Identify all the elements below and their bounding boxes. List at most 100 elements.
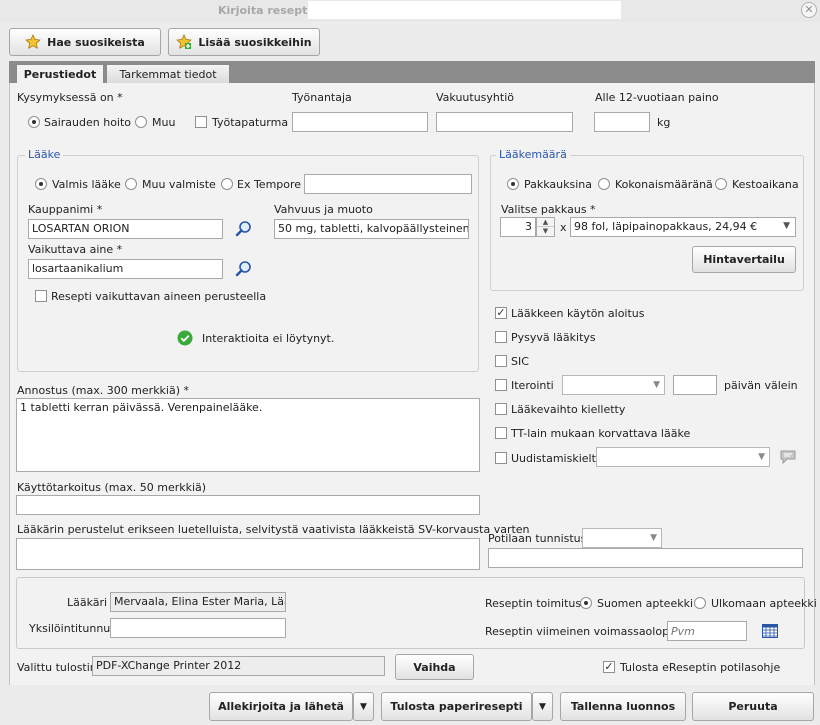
quantity-input[interactable]: 3 bbox=[500, 217, 536, 237]
radio-ex-tempore-label: Ex Tempore bbox=[237, 178, 302, 191]
strength-input[interactable]: 50 mg, tabletti, kalvopäällysteinen bbox=[274, 219, 469, 239]
by-active-ingredient-checkbox[interactable] bbox=[35, 290, 47, 302]
add-favorites-label: Lisää suosikkeihin bbox=[198, 35, 312, 49]
active-ingredient-label: Vaikuttava aine * bbox=[28, 243, 123, 256]
radio-muu-valmiste[interactable] bbox=[125, 178, 137, 190]
start-label: Lääkkeen käytön aloitus bbox=[511, 307, 645, 320]
trade-name-label: Kauppanimi * bbox=[28, 203, 103, 216]
star-icon bbox=[25, 34, 41, 49]
patient-id-input[interactable] bbox=[488, 548, 803, 568]
save-draft-button[interactable]: Tallenna luonnos bbox=[560, 692, 686, 721]
purpose-input[interactable] bbox=[16, 495, 480, 515]
printer-label: Valittu tulostin bbox=[17, 661, 97, 674]
weight-unit: kg bbox=[657, 116, 671, 129]
sign-and-send-button[interactable]: Allekirjoita ja lähetä bbox=[209, 692, 353, 721]
quantity-stepper[interactable]: ▲ ▼ bbox=[536, 217, 555, 237]
validity-label: Reseptin viimeinen voimassaolopäivä bbox=[485, 625, 693, 638]
sic-checkbox[interactable] bbox=[495, 355, 507, 367]
insurer-input[interactable] bbox=[436, 112, 573, 132]
search-trade-name-icon[interactable] bbox=[235, 220, 253, 238]
change-printer-button[interactable]: Vaihda bbox=[395, 654, 474, 680]
tab-perustiedot[interactable]: Perustiedot bbox=[16, 64, 104, 84]
sic-label: SIC bbox=[511, 355, 529, 368]
validity-date-input[interactable] bbox=[667, 621, 747, 641]
pack-select[interactable]: 98 fol, läpipainopakkaus, 24,94 € ▼ bbox=[570, 217, 796, 237]
fetch-favorites-label: Hae suosikeista bbox=[47, 35, 145, 49]
renewal-ban-label: Uudistamiskielto bbox=[511, 452, 603, 465]
tab-tarkemmat-tiedot[interactable]: Tarkemmat tiedot bbox=[106, 64, 230, 84]
patient-id-label: Potilaan tunnistus bbox=[488, 532, 587, 545]
stepper-up-icon[interactable]: ▲ bbox=[537, 218, 554, 227]
price-compare-button[interactable]: Hintavertailu bbox=[692, 246, 796, 273]
comment-icon[interactable] bbox=[779, 449, 797, 465]
iteration-checkbox[interactable] bbox=[495, 379, 507, 391]
add-favorites-button[interactable]: Lisää suosikkeihin bbox=[168, 28, 320, 56]
strength-label: Vahvuus ja muoto bbox=[274, 203, 373, 216]
times-sign: x bbox=[560, 221, 567, 234]
iteration-label: Iterointi bbox=[511, 379, 554, 392]
search-active-ingredient-icon[interactable] bbox=[235, 260, 253, 278]
drug-group-title: Lääke bbox=[25, 148, 64, 161]
radio-valmis-laake[interactable] bbox=[35, 178, 47, 190]
accident-label: Työtapaturma bbox=[212, 116, 289, 129]
weight-label: Alle 12-vuotiaan paino bbox=[595, 91, 719, 104]
radio-sairauden-hoito-label: Sairauden hoito bbox=[44, 116, 132, 129]
patient-id-select[interactable]: ▼ bbox=[582, 528, 662, 548]
iteration-suffix: päivän välein bbox=[724, 379, 798, 392]
permanent-label: Pysyvä lääkitys bbox=[511, 331, 596, 344]
star-add-icon bbox=[176, 34, 193, 49]
pack-label: Valitse pakkaus * bbox=[501, 203, 596, 216]
renewal-ban-select[interactable]: ▼ bbox=[596, 447, 770, 467]
no-substitution-checkbox[interactable] bbox=[495, 403, 507, 415]
print-paper-button[interactable]: Tulosta paperiresepti bbox=[381, 692, 532, 721]
case-label: Kysymyksessä on * bbox=[17, 91, 123, 104]
patient-guide-checkbox[interactable]: ✓ bbox=[603, 661, 615, 673]
radio-kestoaikana[interactable] bbox=[715, 178, 727, 190]
trade-name-input[interactable]: LOSARTAN ORION bbox=[28, 219, 223, 239]
doctor-field: Mervaala, Elina Ester Maria, Lääkäri bbox=[110, 592, 286, 612]
chevron-down-icon: ▼ bbox=[650, 533, 657, 543]
radio-pakkauksina[interactable] bbox=[507, 178, 519, 190]
start-checkbox[interactable]: ✓ bbox=[495, 307, 507, 319]
employer-label: Työnantaja bbox=[292, 91, 352, 104]
purpose-label: Käyttötarkoitus (max. 50 merkkiä) bbox=[17, 481, 207, 494]
cancel-button[interactable]: Peruuta bbox=[692, 692, 814, 721]
active-ingredient-input[interactable]: losartaanikalium bbox=[28, 259, 223, 279]
iteration-select[interactable]: ▼ bbox=[562, 375, 665, 395]
chevron-down-icon: ▼ bbox=[653, 380, 660, 390]
ex-tempore-input[interactable] bbox=[304, 174, 472, 194]
sign-send-dropdown-button[interactable]: ▼ bbox=[353, 692, 374, 721]
close-button[interactable]: ✕ bbox=[801, 2, 817, 18]
tt-law-checkbox[interactable] bbox=[495, 427, 507, 439]
chevron-down-icon: ▼ bbox=[539, 701, 546, 712]
radio-ulkomaan-apteekki-label: Ulkomaan apteekki bbox=[711, 597, 817, 610]
radio-sairauden-hoito[interactable] bbox=[28, 116, 40, 128]
iteration-days-input[interactable] bbox=[673, 375, 717, 395]
radio-suomen-apteekki[interactable] bbox=[580, 597, 592, 609]
fetch-favorites-button[interactable]: Hae suosikeista bbox=[9, 28, 161, 56]
radio-ulkomaan-apteekki[interactable] bbox=[694, 597, 706, 609]
weight-input[interactable] bbox=[594, 112, 650, 132]
radio-suomen-apteekki-label: Suomen apteekki bbox=[597, 597, 694, 610]
radio-muu-valmiste-label: Muu valmiste bbox=[142, 178, 216, 191]
accident-checkbox[interactable] bbox=[195, 116, 207, 128]
print-dropdown-button[interactable]: ▼ bbox=[532, 692, 553, 721]
employer-input[interactable] bbox=[292, 112, 428, 132]
radio-ex-tempore[interactable] bbox=[221, 178, 233, 190]
stepper-down-icon[interactable]: ▼ bbox=[537, 227, 554, 236]
radio-kokonaismaarana[interactable] bbox=[598, 178, 610, 190]
justification-label: Lääkärin perustelut erikseen luetelluist… bbox=[17, 523, 530, 536]
calendar-icon[interactable] bbox=[762, 624, 778, 638]
renewal-ban-checkbox[interactable] bbox=[495, 452, 507, 464]
chevron-down-icon: ▼ bbox=[758, 452, 765, 462]
justification-textarea[interactable] bbox=[16, 538, 480, 570]
radio-valmis-laake-label: Valmis lääke bbox=[52, 178, 121, 191]
doctor-id-input[interactable] bbox=[110, 618, 286, 638]
dosage-textarea[interactable]: 1 tabletti kerran päivässä. Verenpainelä… bbox=[16, 398, 480, 472]
dosage-label: Annostus (max. 300 merkkiä) * bbox=[17, 384, 190, 397]
chevron-down-icon: ▼ bbox=[360, 701, 367, 712]
permanent-checkbox[interactable] bbox=[495, 331, 507, 343]
window-title: Kirjoita resepti - bbox=[218, 4, 320, 17]
radio-muu[interactable] bbox=[135, 116, 147, 128]
doctor-id-label: Yksilöintitunnus bbox=[29, 622, 116, 635]
